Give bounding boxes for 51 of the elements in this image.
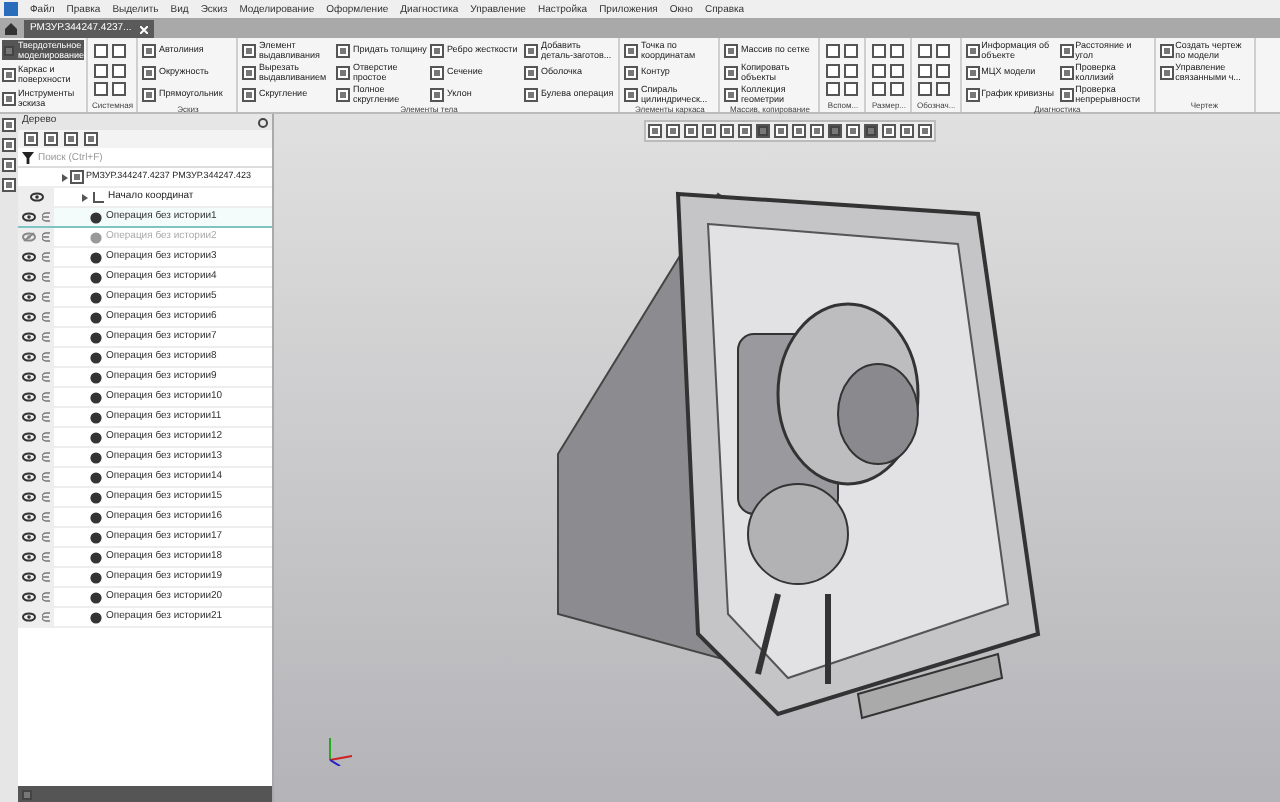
eye-icon[interactable] <box>29 192 43 202</box>
axes-icon <box>92 191 104 203</box>
eye-icon[interactable] <box>21 392 36 402</box>
eye-icon[interactable] <box>21 352 36 362</box>
eye-icon[interactable] <box>21 292 36 302</box>
element-of-icon <box>42 252 51 262</box>
element-of-icon <box>42 512 51 522</box>
element-of-icon <box>42 272 51 282</box>
element-of-icon <box>42 452 51 462</box>
eye-icon[interactable] <box>21 572 36 582</box>
eye-icon[interactable] <box>21 272 36 282</box>
element-of-icon <box>42 392 51 402</box>
element-of-icon <box>42 432 51 442</box>
element-of-icon <box>42 592 51 602</box>
element-of-icon <box>42 412 51 422</box>
eye-icon[interactable] <box>21 412 36 422</box>
element-of-icon <box>42 552 51 562</box>
eye-icon[interactable] <box>21 372 36 382</box>
element-of-icon <box>42 332 51 342</box>
model-viewport[interactable] <box>274 114 1280 802</box>
eye-icon[interactable] <box>21 612 36 622</box>
element-of-icon <box>42 472 51 482</box>
close-icon[interactable] <box>139 25 148 33</box>
eye-icon[interactable] <box>21 452 36 462</box>
element-of-icon <box>42 232 51 242</box>
element-of-icon <box>42 532 51 542</box>
expand-icon[interactable] <box>82 193 88 201</box>
eye-icon[interactable] <box>21 432 36 442</box>
eye-icon[interactable] <box>21 312 36 322</box>
eye-icon[interactable] <box>21 212 36 222</box>
eye-icon[interactable] <box>21 332 36 342</box>
eye-icon[interactable] <box>21 472 36 482</box>
element-of-icon <box>42 372 51 382</box>
eye-slashed-icon[interactable] <box>21 232 36 242</box>
eye-icon[interactable] <box>21 252 36 262</box>
axes-triad-icon <box>324 734 356 766</box>
eye-icon[interactable] <box>21 592 36 602</box>
eye-icon[interactable] <box>21 512 36 522</box>
element-of-icon <box>42 212 51 222</box>
app-logo-icon <box>4 2 18 16</box>
eye-icon[interactable] <box>21 552 36 562</box>
eye-icon[interactable] <box>21 492 36 502</box>
settings-icon[interactable] <box>258 117 268 127</box>
element-of-icon <box>42 352 51 362</box>
element-of-icon <box>42 492 51 502</box>
assembly-icon <box>70 170 84 184</box>
element-of-icon <box>42 292 51 302</box>
element-of-icon <box>42 312 51 322</box>
eye-icon[interactable] <box>21 532 36 542</box>
element-of-icon <box>42 572 51 582</box>
element-of-icon <box>42 612 51 622</box>
